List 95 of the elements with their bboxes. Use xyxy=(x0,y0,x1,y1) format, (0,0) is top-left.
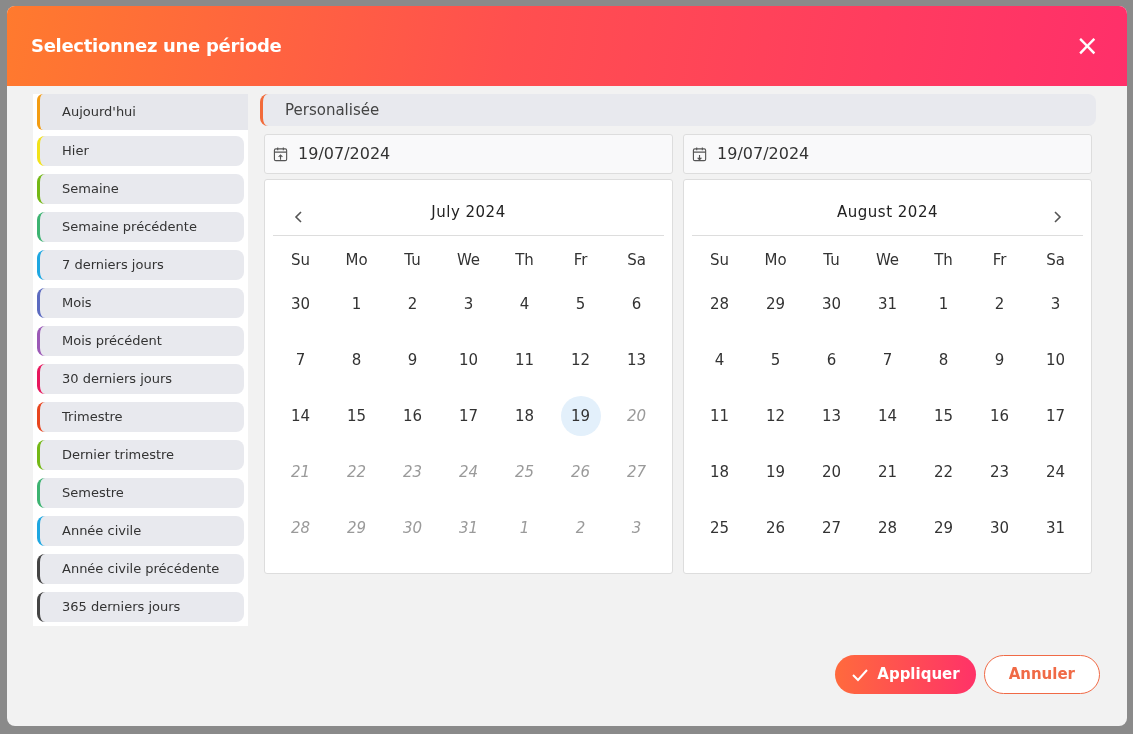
preset-item[interactable]: Aujourd'hui xyxy=(37,94,248,130)
day-cell[interactable]: 31 xyxy=(867,284,908,324)
preset-item[interactable]: 365 derniers jours xyxy=(37,592,244,622)
day-cell[interactable]: 3 xyxy=(1035,284,1076,324)
weekday-label: Th xyxy=(933,250,954,271)
day-cell[interactable]: 12 xyxy=(560,340,601,380)
day-cell[interactable]: 29 xyxy=(755,284,796,324)
day-cell[interactable]: 8 xyxy=(923,340,964,380)
day-cell[interactable]: 6 xyxy=(811,340,852,380)
preset-item[interactable]: Année civile précédente xyxy=(37,554,244,584)
day-cell[interactable]: 2 xyxy=(979,284,1020,324)
weekday-label: Sa xyxy=(1045,250,1066,271)
day-cell[interactable]: 22 xyxy=(923,452,964,492)
weekday-label: Mo xyxy=(763,250,788,271)
day-cell[interactable]: 18 xyxy=(699,452,740,492)
weekday-label: Sa xyxy=(626,250,647,271)
date-field[interactable]: 19/07/2024 xyxy=(264,134,673,174)
day-cell[interactable]: 28 xyxy=(699,284,740,324)
weekday-label: Fr xyxy=(572,250,589,271)
weekday-label: We xyxy=(874,250,901,271)
preset-item[interactable]: Année civile xyxy=(37,516,244,546)
close-button[interactable]: × xyxy=(1071,32,1103,60)
preset-item[interactable]: 7 derniers jours xyxy=(37,250,244,280)
day-cell[interactable]: 27 xyxy=(811,508,852,548)
day-cell[interactable]: 21 xyxy=(867,452,908,492)
preset-item[interactable]: Mois précédent xyxy=(37,326,244,356)
calendar-icon xyxy=(273,146,289,162)
day-cell[interactable]: 7 xyxy=(867,340,908,380)
preset-item[interactable]: Dernier trimestre xyxy=(37,440,244,470)
weekday-label: Su xyxy=(709,250,730,271)
preset-item[interactable]: Semestre xyxy=(37,478,244,508)
weekday-label: Su xyxy=(290,250,311,271)
day-cell[interactable]: 9 xyxy=(979,340,1020,380)
day-cell[interactable]: 30 xyxy=(979,508,1020,548)
preset-item[interactable]: Hier xyxy=(37,136,244,166)
day-cell[interactable]: 13 xyxy=(616,340,657,380)
date-field[interactable]: 19/07/2024 xyxy=(683,134,1092,174)
day-cell[interactable]: 8 xyxy=(336,340,377,380)
day-cell[interactable]: 1 xyxy=(923,284,964,324)
weekday-label: Tu xyxy=(403,250,422,271)
day-cell[interactable]: 20 xyxy=(811,452,852,492)
month-title: August 2024 xyxy=(837,202,938,224)
day-cell[interactable]: 15 xyxy=(923,396,964,436)
day-cell[interactable]: 16 xyxy=(392,396,433,436)
day-cell[interactable]: 11 xyxy=(504,340,545,380)
day-cell[interactable]: 5 xyxy=(560,284,601,324)
day-cell[interactable]: 4 xyxy=(504,284,545,324)
date-input[interactable]: 19/07/2024 xyxy=(296,141,664,167)
day-cell[interactable]: 19 xyxy=(755,452,796,492)
day-cell[interactable]: 9 xyxy=(392,340,433,380)
day-cell[interactable]: 19 xyxy=(560,396,601,436)
checkmark-icon xyxy=(851,667,870,682)
day-cell[interactable]: 30 xyxy=(280,284,321,324)
preset-item[interactable]: Semaine xyxy=(37,174,244,204)
dialog-title: Selectionnez une période xyxy=(31,35,282,57)
day-cell[interactable]: 4 xyxy=(699,340,740,380)
day-cell[interactable]: 30 xyxy=(811,284,852,324)
custom-period-bar[interactable]: Personalisée xyxy=(260,94,1096,126)
day-cell[interactable]: 25 xyxy=(699,508,740,548)
day-cell[interactable]: 10 xyxy=(448,340,489,380)
day-cell[interactable]: 12 xyxy=(755,396,796,436)
preset-item[interactable]: Mois xyxy=(37,288,244,318)
preset-item[interactable]: 30 derniers jours xyxy=(37,364,244,394)
day-cell[interactable]: 14 xyxy=(280,396,321,436)
weekday-label: Th xyxy=(514,250,535,271)
day-cell[interactable]: 10 xyxy=(1035,340,1076,380)
weekday-label: We xyxy=(455,250,482,271)
weekday-label: Tu xyxy=(822,250,841,271)
day-cell[interactable]: 23 xyxy=(979,452,1020,492)
day-cell[interactable]: 11 xyxy=(699,396,740,436)
day-cell[interactable]: 29 xyxy=(923,508,964,548)
day-cell[interactable]: 24 xyxy=(1035,452,1076,492)
day-cell[interactable]: 28 xyxy=(867,508,908,548)
preset-item[interactable]: Semaine précédente xyxy=(37,212,244,242)
day-cell[interactable]: 16 xyxy=(979,396,1020,436)
calendar-icon xyxy=(692,146,708,162)
day-cell[interactable]: 26 xyxy=(755,508,796,548)
day-cell[interactable]: 3 xyxy=(448,284,489,324)
day-cell[interactable]: 17 xyxy=(448,396,489,436)
weekday-label: Mo xyxy=(344,250,369,271)
date-input[interactable]: 19/07/2024 xyxy=(715,141,1083,167)
day-cell[interactable]: 15 xyxy=(336,396,377,436)
day-cell[interactable]: 31 xyxy=(1035,508,1076,548)
day-cell[interactable]: 17 xyxy=(1035,396,1076,436)
day-cell[interactable]: 2 xyxy=(392,284,433,324)
day-cell[interactable]: 7 xyxy=(280,340,321,380)
day-cell[interactable]: 13 xyxy=(811,396,852,436)
day-cell[interactable]: 18 xyxy=(504,396,545,436)
weekday-label: Fr xyxy=(991,250,1008,271)
day-cell[interactable]: 1 xyxy=(336,284,377,324)
day-cell[interactable]: 6 xyxy=(616,284,657,324)
month-title: July 2024 xyxy=(431,202,506,224)
day-cell[interactable]: 5 xyxy=(755,340,796,380)
day-cell[interactable]: 14 xyxy=(867,396,908,436)
preset-item[interactable]: Trimestre xyxy=(37,402,244,432)
